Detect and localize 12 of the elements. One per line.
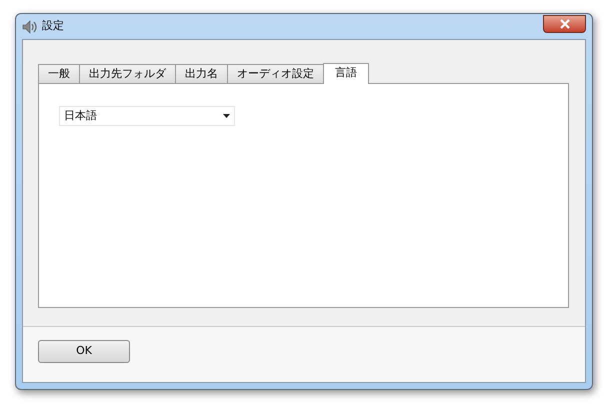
caret-icon bbox=[223, 114, 230, 118]
tab[interactable]: 言語 bbox=[323, 63, 369, 84]
tab[interactable]: 出力先フォルダ bbox=[79, 64, 176, 83]
window-title: 設定 bbox=[42, 18, 64, 34]
language-dropdown[interactable]: 日本語 bbox=[59, 106, 235, 126]
close-button[interactable] bbox=[543, 14, 586, 32]
speaker-icon bbox=[22, 20, 38, 34]
ok-button[interactable]: OK bbox=[38, 340, 130, 363]
tab[interactable]: オーディオ設定 bbox=[227, 64, 324, 83]
close-icon bbox=[558, 18, 570, 28]
tab[interactable]: 一般 bbox=[38, 64, 80, 83]
tab[interactable]: 出力名 bbox=[175, 64, 228, 83]
